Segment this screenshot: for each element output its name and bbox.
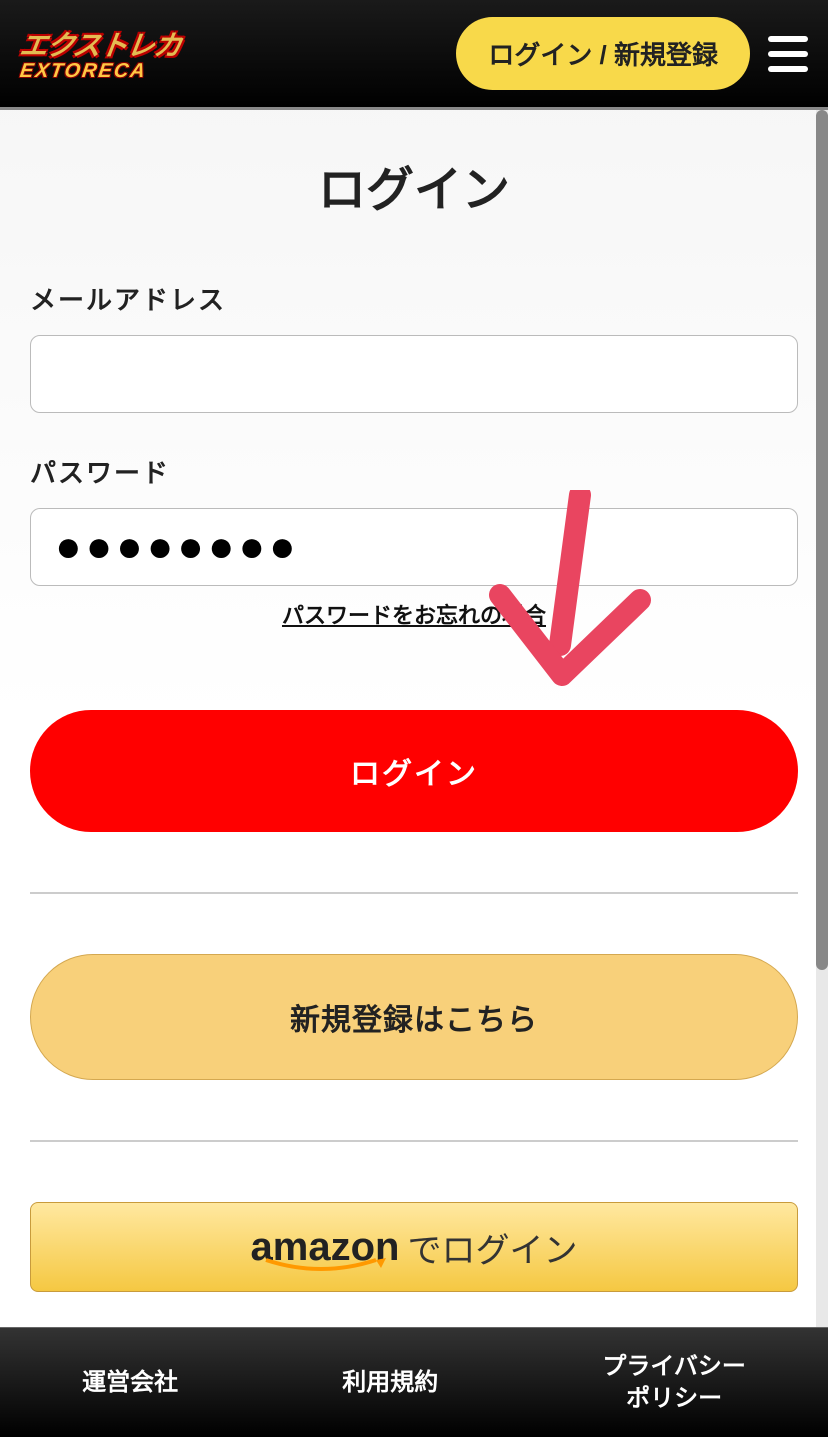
footer-terms-link[interactable]: 利用規約: [342, 1367, 438, 1398]
divider: [30, 892, 798, 894]
hamburger-menu-icon[interactable]: [768, 36, 808, 72]
logo-text-bottom: EXTORECA: [18, 60, 301, 83]
footer-bar: 運営会社 利用規約 プライバシー ポリシー: [0, 1327, 828, 1437]
divider: [30, 1140, 798, 1142]
amazon-login-button[interactable]: amazon でログイン: [30, 1202, 798, 1292]
email-label: メールアドレス: [30, 280, 798, 317]
login-button[interactable]: ログイン: [30, 710, 798, 832]
scrollbar-thumb[interactable]: [816, 110, 828, 970]
register-button[interactable]: 新規登録はこちら: [30, 954, 798, 1080]
password-label: パスワード: [30, 453, 798, 490]
main-content: ログイン メールアドレス パスワード ●●●●●●●● パスワードをお忘れの場合…: [0, 110, 828, 1292]
scrollbar-track: [816, 110, 828, 1327]
footer-privacy-link[interactable]: プライバシー ポリシー: [602, 1351, 746, 1413]
amazon-logo-icon: amazon: [251, 1225, 400, 1270]
amazon-login-text: でログイン: [407, 1223, 577, 1272]
footer-company-link[interactable]: 運営会社: [82, 1367, 178, 1398]
login-register-button[interactable]: ログイン / 新規登録: [456, 17, 750, 90]
header-bar: エクストレカ EXTORECA ログイン / 新規登録: [0, 0, 828, 110]
header-right-group: ログイン / 新規登録: [456, 17, 808, 90]
email-input[interactable]: [30, 335, 798, 413]
forgot-password-link[interactable]: パスワードをお忘れの場合: [30, 598, 798, 630]
page-title: ログイン: [30, 150, 798, 220]
logo[interactable]: エクストレカ EXTORECA: [20, 14, 300, 94]
logo-text-top: エクストレカ: [17, 24, 303, 64]
password-input[interactable]: ●●●●●●●●: [30, 508, 798, 586]
